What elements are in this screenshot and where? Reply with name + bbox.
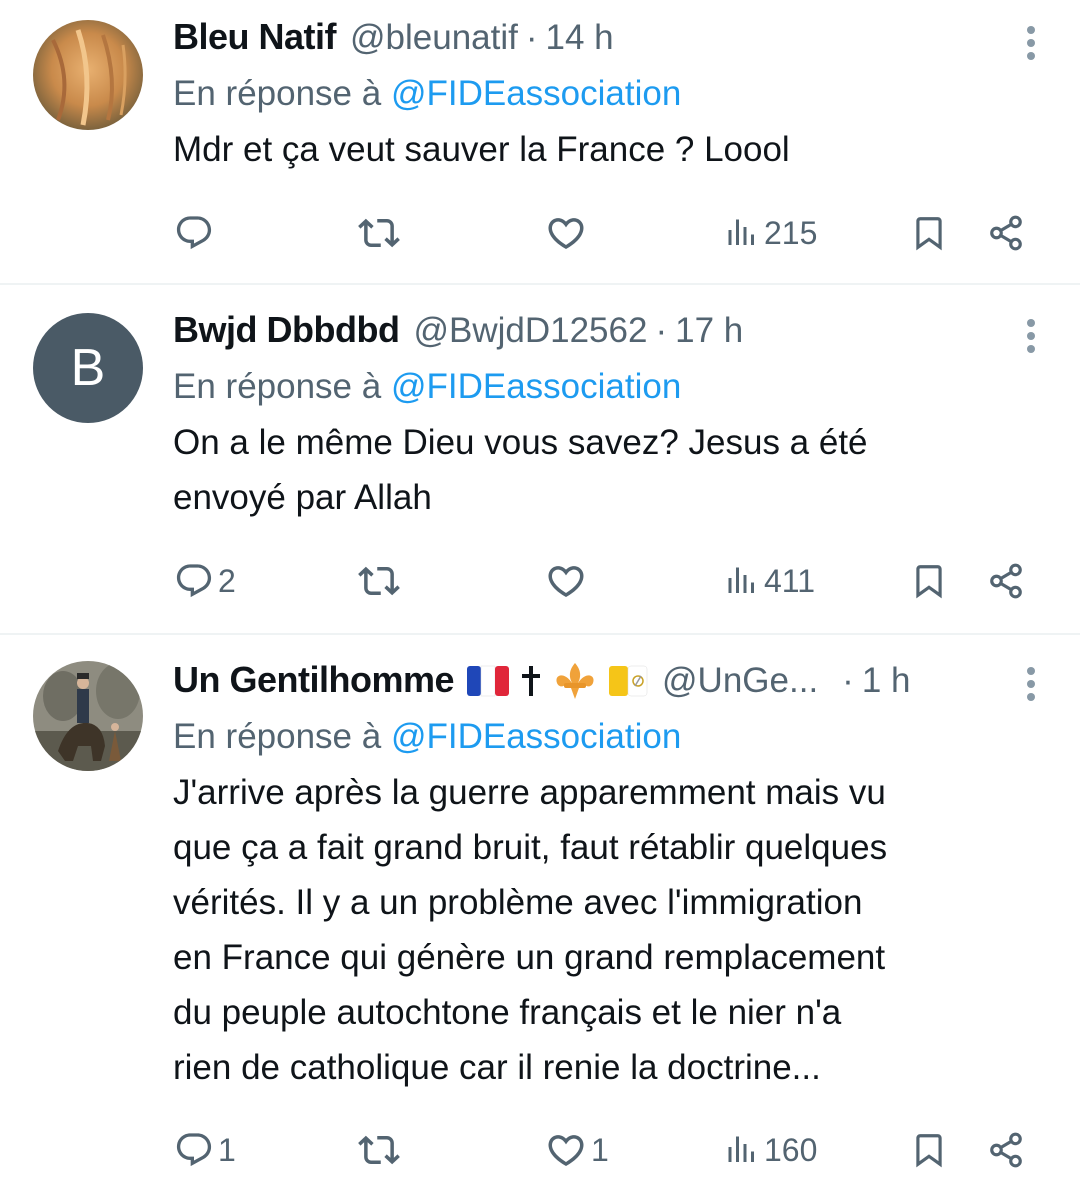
reply-button[interactable]: 2	[174, 559, 236, 603]
timestamp[interactable]: 14 h	[546, 18, 614, 58]
fleur-de-lis-icon	[556, 663, 594, 699]
views-button[interactable]: 411	[724, 559, 815, 603]
user-handle[interactable]: @UnGe...	[662, 661, 818, 701]
tweet[interactable]: Un Gentilhomme @UnGe... · 1 h En réponse…	[0, 635, 1080, 1199]
bookmark-button[interactable]	[910, 1128, 948, 1172]
share-button[interactable]	[987, 559, 1025, 603]
display-name[interactable]: Bleu Natif	[173, 16, 337, 58]
reply-icon	[174, 561, 214, 601]
retweet-icon	[358, 212, 400, 254]
views-icon	[724, 1132, 760, 1168]
share-button[interactable]	[987, 1128, 1025, 1172]
reply-mention-link[interactable]: @FIDEassociation	[391, 367, 681, 406]
like-count: 1	[591, 1131, 609, 1168]
user-handle[interactable]: @BwjdD12562	[413, 311, 647, 351]
views-button[interactable]: 160	[724, 1128, 817, 1172]
name-emojis	[466, 661, 648, 701]
reply-prefix: En réponse à	[173, 74, 382, 113]
separator-dot: ·	[655, 311, 668, 350]
tweet-text: On a le même Dieu vous savez? Jesus a ét…	[173, 415, 1040, 525]
text-line: On a le même Dieu vous savez? Jesus a ét…	[173, 423, 868, 462]
bookmark-icon	[910, 560, 948, 602]
reply-context: En réponse à @FIDEassociation	[173, 367, 1040, 407]
action-bar: 1 1 160	[0, 1128, 1080, 1172]
text-line: rien de catholique car il renie la doctr…	[173, 1048, 821, 1087]
text-line: en France qui génère un grand remplaceme…	[173, 938, 886, 977]
share-button[interactable]	[987, 211, 1025, 255]
text-line: du peuple autochtone français et le nier…	[173, 993, 842, 1032]
views-count: 411	[764, 562, 816, 599]
text-line: envoyé par Allah	[173, 478, 432, 517]
reply-context: En réponse à @FIDEassociation	[173, 74, 1040, 114]
display-name[interactable]: Un Gentilhomme	[173, 659, 455, 701]
share-icon	[987, 562, 1025, 600]
latin-cross-icon	[522, 666, 541, 696]
display-name[interactable]: Bwjd Dbbdbd	[173, 309, 400, 351]
avatar[interactable]	[33, 20, 143, 130]
tweet[interactable]: Bleu Natif @bleunatif · 14 h En réponse …	[0, 0, 1080, 283]
bookmark-button[interactable]	[910, 211, 948, 255]
text-line: que ça a fait grand bruit, faut rétablir…	[173, 828, 888, 867]
reply-button[interactable]: 1	[174, 1128, 236, 1172]
like-button[interactable]: 1	[545, 1128, 609, 1172]
views-count: 215	[764, 214, 818, 251]
like-icon	[545, 212, 587, 254]
retweet-icon	[358, 560, 400, 602]
share-icon	[987, 1131, 1025, 1169]
separator-dot: ·	[525, 18, 538, 57]
share-icon	[987, 214, 1025, 252]
views-icon	[724, 215, 760, 251]
vatican-flag-icon	[609, 665, 648, 697]
reply-mention-link[interactable]: @FIDEassociation	[391, 717, 681, 756]
bookmark-button[interactable]	[910, 559, 948, 603]
tweet[interactable]: B Bwjd Dbbdbd @BwjdD12562 · 17 h En répo…	[0, 285, 1080, 633]
reply-icon	[174, 1130, 214, 1170]
retweet-button[interactable]	[358, 1128, 404, 1172]
tweet-text: J'arrive après la guerre apparemment mai…	[173, 765, 1040, 1095]
timestamp[interactable]: 17 h	[675, 311, 743, 351]
reply-mention-link[interactable]: @FIDEassociation	[391, 74, 681, 113]
reply-count: 1	[218, 1131, 236, 1168]
retweet-button[interactable]	[358, 211, 404, 255]
reply-count: 2	[218, 562, 236, 599]
bookmark-icon	[910, 1129, 948, 1171]
avatar[interactable]	[33, 661, 143, 771]
views-icon	[724, 563, 760, 599]
like-icon	[545, 560, 587, 602]
views-button[interactable]: 215	[724, 211, 817, 255]
like-button[interactable]	[545, 211, 591, 255]
reply-prefix: En réponse à	[173, 367, 382, 406]
user-handle[interactable]: @bleunatif	[350, 18, 518, 58]
text-line: J'arrive après la guerre apparemment mai…	[173, 773, 886, 812]
tweet-text: Mdr et ça veut sauver la France ? Loool	[173, 130, 790, 169]
timestamp[interactable]: 1 h	[862, 661, 911, 701]
avatar[interactable]: B	[33, 313, 143, 423]
separator-dot: ·	[842, 661, 854, 700]
reply-prefix: En réponse à	[173, 717, 382, 756]
views-count: 160	[764, 1131, 818, 1168]
reply-icon	[174, 213, 214, 253]
retweet-icon	[358, 1129, 400, 1171]
action-bar: 215	[0, 211, 1080, 255]
french-flag-icon	[467, 665, 510, 697]
reply-button[interactable]	[174, 211, 218, 255]
text-line: vérités. Il y a un problème avec l'immig…	[173, 883, 863, 922]
reply-context: En réponse à @FIDEassociation	[173, 717, 1040, 757]
like-button[interactable]	[545, 559, 591, 603]
bookmark-icon	[910, 212, 948, 254]
retweet-button[interactable]	[358, 559, 404, 603]
action-bar: 2 411	[0, 559, 1080, 603]
like-icon	[545, 1129, 587, 1171]
